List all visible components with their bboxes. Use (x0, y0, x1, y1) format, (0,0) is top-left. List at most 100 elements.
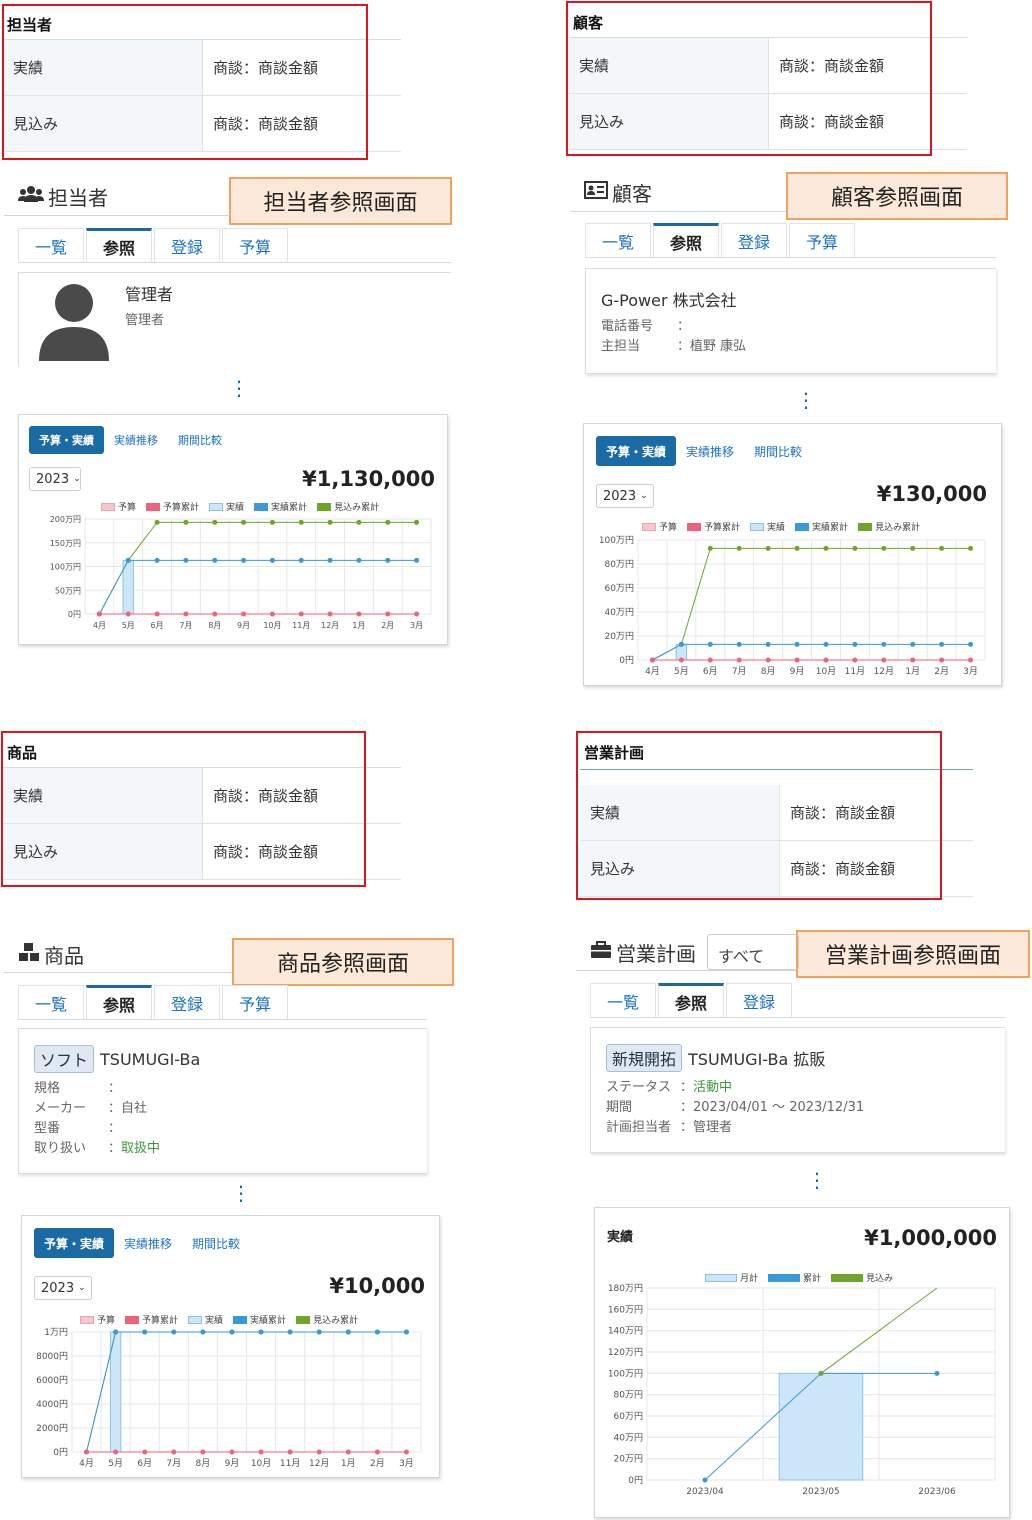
tab-view[interactable]: 参照 (658, 983, 724, 1017)
legend-swatch (209, 502, 224, 511)
legend-swatch (858, 522, 873, 531)
field-value: ：植野 康弘 (677, 339, 747, 354)
y-tick-label: 120万円 (608, 1347, 643, 1358)
field-label: 電話番号 (601, 319, 654, 334)
field-value: ： (677, 319, 691, 334)
summary-value: 商談：商談金額 (779, 57, 885, 75)
briefcase-icon (590, 941, 612, 964)
data-point (345, 1449, 351, 1455)
x-tick-label: 9月 (225, 1458, 240, 1469)
data-point (96, 611, 102, 617)
data-point (212, 557, 218, 563)
tab-list[interactable]: 一覧 (18, 228, 84, 262)
tab-register[interactable]: 登録 (154, 228, 220, 262)
y-tick-label: 160万円 (608, 1304, 643, 1315)
y-tick-label: 40万円 (605, 607, 634, 618)
year-select[interactable]: 2023 ⌄ (34, 1276, 92, 1300)
tab-period-compare[interactable]: 期間比較 (168, 425, 232, 455)
summary-title: 営業計画 (580, 736, 973, 770)
legend-swatch (687, 522, 702, 531)
category-badge: 新規開拓 (606, 1044, 683, 1072)
field-value: ： (680, 1080, 694, 1095)
tab-view[interactable]: 参照 (86, 228, 152, 262)
tab-list[interactable]: 一覧 (18, 985, 84, 1019)
legend-swatch (80, 1315, 94, 1324)
data-point (403, 1449, 409, 1455)
tab-budget[interactable]: 予算 (222, 985, 288, 1019)
y-tick-label: 4000円 (36, 1399, 68, 1410)
legend-swatch (233, 1315, 248, 1324)
tab-period-compare[interactable]: 期間比較 (744, 436, 812, 466)
data-point (125, 611, 131, 617)
data-point (385, 519, 391, 525)
tab-register[interactable]: 登録 (154, 985, 220, 1019)
page-title-text: 担当者 (48, 186, 108, 210)
customer-card: G-Power 株式会社 電話番号 ： 主担当 ：植野 康弘 (585, 268, 996, 374)
data-point (707, 641, 713, 647)
tab-budget[interactable]: 予算 (222, 228, 288, 262)
tab-actual-trend[interactable]: 実績推移 (104, 425, 168, 455)
tab-period-compare[interactable]: 期間比較 (182, 1228, 250, 1258)
data-point (327, 611, 333, 617)
data-point (154, 557, 160, 563)
data-point (939, 545, 945, 551)
x-tick-label: 7月 (166, 1458, 181, 1469)
data-point (852, 545, 858, 551)
plan-filter-select[interactable]: すべて (707, 934, 799, 970)
tab-list[interactable]: 一覧 (590, 983, 656, 1017)
data-point (258, 1449, 264, 1455)
data-point (702, 1477, 708, 1483)
year-select[interactable]: 2023 ⌄ (596, 484, 654, 508)
callout-kokyaku: 顧客参照画面 (786, 172, 1008, 220)
tab-list[interactable]: 一覧 (585, 223, 651, 257)
tab-actual-trend[interactable]: 実績推移 (114, 1228, 182, 1258)
y-tick-label: 60万円 (605, 583, 634, 594)
data-point (258, 1329, 264, 1335)
data-point (823, 657, 829, 663)
x-tick-label: 1月 (341, 1458, 356, 1469)
y-tick-label: 0円 (53, 1447, 68, 1458)
tab-actual-trend[interactable]: 実績推移 (676, 436, 744, 466)
x-tick-label: 12月 (874, 666, 894, 677)
total-amount: ¥1,000,000 (864, 1226, 997, 1250)
x-tick-label: 10月 (251, 1458, 271, 1469)
data-point (968, 545, 974, 551)
tab-register[interactable]: 登録 (721, 223, 787, 257)
field-label: ステータス (606, 1080, 672, 1095)
field-value: ： (108, 1121, 122, 1136)
data-point (939, 641, 945, 647)
summary-shohin: 商品 実績 商談：商談金額 見込み 商談：商談金額 (3, 734, 401, 880)
x-tick-label: 12月 (309, 1458, 329, 1469)
tab-budget-actual[interactable]: 予算・実績 (34, 1228, 115, 1258)
x-tick-label: 11月 (292, 621, 310, 630)
x-tick-label: 4月 (93, 621, 106, 630)
tab-register[interactable]: 登録 (726, 983, 792, 1017)
page-title: 顧客 (584, 178, 652, 207)
tab-budget-actual[interactable]: 予算・実績 (29, 426, 104, 454)
y-tick-label: 0円 (619, 655, 634, 666)
data-point (765, 657, 771, 663)
x-tick-label: 2月 (934, 666, 949, 677)
tab-view[interactable]: 参照 (653, 223, 719, 257)
x-tick-label: 7月 (732, 666, 747, 677)
summary-value: 商談：商談金額 (790, 860, 896, 878)
year-value: 2023 (41, 1280, 75, 1296)
tab-budget-actual[interactable]: 予算・実績 (596, 436, 677, 466)
data-point (881, 641, 887, 647)
summary-value: 商談：商談金額 (213, 787, 319, 805)
legend-swatch (296, 1315, 311, 1324)
page-title: 商品 (18, 940, 84, 969)
y-tick-label: 100万円 (599, 535, 634, 546)
chart-svg: 100万円 80万円 60万円 40万円 20万円 0円 4月 5月 6月 7月 8月 9月 10月 11… (599, 535, 986, 677)
x-tick-label: 8月 (761, 666, 776, 677)
data-point (823, 545, 829, 551)
divider (570, 211, 786, 212)
tab-budget[interactable]: 予算 (789, 223, 855, 257)
x-tick-label: 9月 (237, 621, 250, 630)
data-point (374, 1449, 380, 1455)
year-select[interactable]: 2023 ⌄ (29, 467, 81, 491)
chevron-down-icon: ⌄ (640, 491, 648, 501)
x-tick-label: 1月 (905, 666, 920, 677)
tab-view[interactable]: 参照 (86, 985, 152, 1019)
summary-label: 見込み (3, 824, 203, 879)
